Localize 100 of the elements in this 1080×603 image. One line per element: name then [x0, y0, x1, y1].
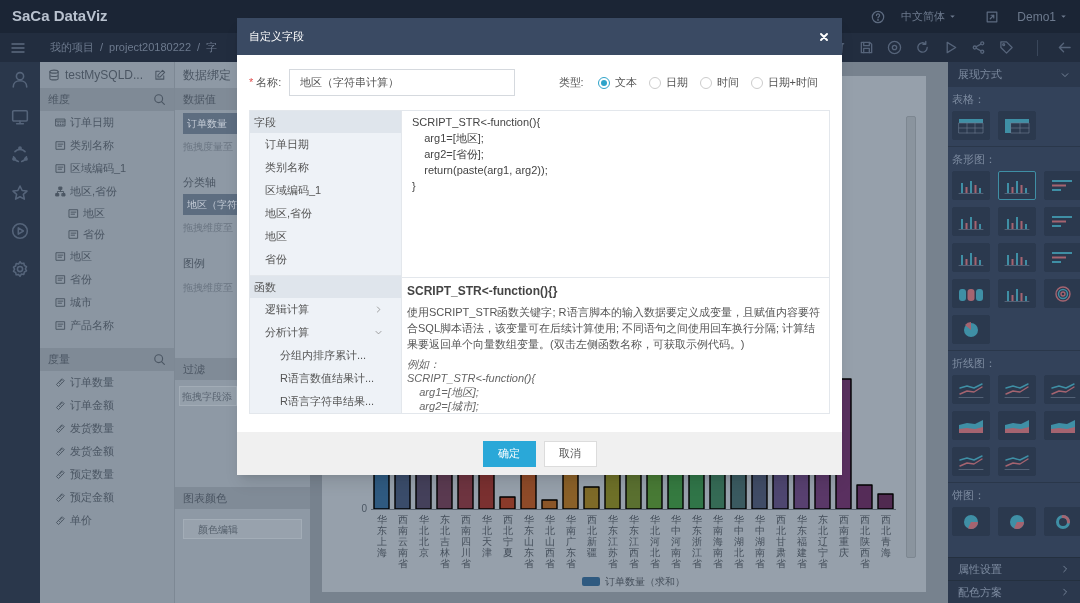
- save-icon[interactable]: [859, 40, 874, 55]
- star-icon[interactable]: [11, 184, 29, 202]
- chart-type-button[interactable]: [1044, 375, 1080, 404]
- field-chip[interactable]: 订单数量: [183, 113, 237, 134]
- breadcrumb-link[interactable]: 我的项目: [50, 39, 94, 56]
- user-icon[interactable]: [11, 70, 29, 88]
- chart-type-button[interactable]: [998, 111, 1036, 140]
- chart-type-button[interactable]: [952, 207, 990, 236]
- chart-type-button[interactable]: [1044, 411, 1080, 440]
- name-input[interactable]: 地区（字符串计算）: [289, 69, 516, 96]
- axis-label: 华中湖北省: [733, 514, 744, 570]
- field-item[interactable]: 订单金额: [40, 394, 174, 417]
- monitor-icon[interactable]: [11, 108, 29, 126]
- confirm-button[interactable]: 确定: [482, 440, 536, 467]
- fullscreen-icon[interactable]: [985, 9, 1000, 24]
- chart-type-button[interactable]: [1044, 507, 1080, 536]
- axis-label: 华北天津: [481, 514, 492, 560]
- breadcrumb-separator: /: [197, 40, 201, 56]
- radio-option[interactable]: 日期: [648, 74, 688, 91]
- play-icon[interactable]: [11, 222, 29, 240]
- legend-swatch: [582, 576, 600, 586]
- help-icon[interactable]: [871, 9, 886, 24]
- function-item[interactable]: R语言数值结果计...: [250, 367, 401, 390]
- share-icon[interactable]: [971, 40, 986, 55]
- example-label: 例如：: [407, 357, 441, 371]
- text-field-icon: [55, 320, 66, 331]
- text-field-icon: [55, 297, 66, 308]
- user-menu[interactable]: Demo1: [1017, 7, 1068, 26]
- chart-type-button[interactable]: [998, 447, 1036, 476]
- field-chip[interactable]: 地区（字符: [183, 194, 237, 215]
- chart-type-button[interactable]: [998, 243, 1036, 272]
- target-icon[interactable]: [887, 40, 902, 55]
- search-icon[interactable]: [153, 353, 166, 366]
- field-item[interactable]: 预定金额: [40, 486, 174, 509]
- chart-type-button[interactable]: [952, 171, 990, 200]
- chart-type-button[interactable]: [952, 279, 990, 308]
- zoom-slider[interactable]: [906, 116, 916, 558]
- close-icon[interactable]: [818, 30, 830, 43]
- axis-label: 华北北京: [418, 514, 429, 560]
- cycle-icon[interactable]: [11, 146, 29, 164]
- radio-option[interactable]: 日期+时间: [750, 74, 818, 91]
- legend-label[interactable]: 订单数量（求和）: [605, 573, 685, 589]
- breadcrumb-link[interactable]: 字: [206, 39, 218, 56]
- field-list-item[interactable]: 地区: [250, 225, 401, 248]
- chart-type-button[interactable]: [952, 447, 990, 476]
- chart-type-button[interactable]: [1044, 279, 1080, 308]
- field-list-item[interactable]: 订单日期: [250, 133, 401, 156]
- radio-option[interactable]: 时间: [699, 74, 739, 91]
- edit-icon[interactable]: [154, 69, 166, 81]
- panel-section-header[interactable]: 属性设置: [948, 557, 1080, 580]
- refresh-icon[interactable]: [915, 40, 930, 55]
- chart-type-button[interactable]: [998, 207, 1036, 236]
- chart-type-button[interactable]: [952, 243, 990, 272]
- panel-header[interactable]: 展现方式: [948, 62, 1080, 87]
- chart-type-button[interactable]: [998, 411, 1036, 440]
- field-item[interactable]: 区域编码_1: [40, 157, 174, 180]
- field-item[interactable]: 省份: [40, 224, 174, 245]
- field-list-item[interactable]: 类别名称: [250, 156, 401, 179]
- code-editor[interactable]: SCRIPT_STR<-function(){ arg1=[地区]; arg2=[省份]; return(paste(arg1, arg2)); }: [402, 111, 829, 278]
- chart-type-button[interactable]: [952, 411, 990, 440]
- chart-type-button[interactable]: [1044, 207, 1080, 236]
- field-item[interactable]: 订单日期: [40, 111, 174, 134]
- field-list-item[interactable]: 地区,省份: [250, 202, 401, 225]
- chart-type-button[interactable]: [998, 375, 1036, 404]
- chart-type-button[interactable]: [998, 507, 1036, 536]
- field-list-item[interactable]: 区域编码_1: [250, 179, 401, 202]
- database-icon: [48, 69, 60, 81]
- dataset-name: testMySQLD...: [65, 67, 145, 84]
- cancel-button[interactable]: 取消: [543, 440, 597, 467]
- chart-type-button[interactable]: [998, 279, 1036, 308]
- chart-type-button[interactable]: [1044, 243, 1080, 272]
- ruler-icon: [55, 446, 66, 457]
- function-item[interactable]: R语言字符串结果...: [250, 390, 401, 413]
- chart-type-button[interactable]: [952, 507, 990, 536]
- back-icon[interactable]: [1057, 40, 1072, 55]
- tag-icon[interactable]: [999, 40, 1014, 55]
- search-icon[interactable]: [153, 93, 166, 106]
- language-dropdown[interactable]: 中文简体: [901, 8, 958, 25]
- chart-type-button[interactable]: [1044, 171, 1080, 200]
- chart-type-button[interactable]: [952, 315, 990, 344]
- breadcrumb-link[interactable]: project20180222: [109, 39, 192, 56]
- field-list-item[interactable]: 省份: [250, 248, 401, 271]
- panel-section-header[interactable]: 配色方案: [948, 580, 1080, 603]
- color-edit-button[interactable]: 颜色编辑: [183, 519, 302, 539]
- settings-icon[interactable]: [11, 260, 29, 278]
- list-header: 字段: [250, 111, 401, 133]
- list-header: 函数: [250, 276, 401, 298]
- field-item[interactable]: 省份: [40, 268, 174, 291]
- chart-type-button[interactable]: [952, 375, 990, 404]
- chart-type-button[interactable]: [998, 171, 1036, 200]
- chevron-icon: [1060, 564, 1070, 574]
- field-item[interactable]: 城市: [40, 291, 174, 314]
- function-group[interactable]: 逻辑计算: [250, 298, 401, 321]
- field-item[interactable]: 单价: [40, 509, 174, 532]
- field-item[interactable]: 类别名称: [40, 134, 174, 157]
- axis-label: 华东江苏省: [607, 514, 618, 570]
- radio-option[interactable]: 文本: [597, 74, 637, 91]
- function-item[interactable]: 分组内排序累计...: [250, 344, 401, 367]
- chart-type-button[interactable]: [952, 111, 990, 140]
- function-group[interactable]: 分析计算: [250, 321, 401, 344]
